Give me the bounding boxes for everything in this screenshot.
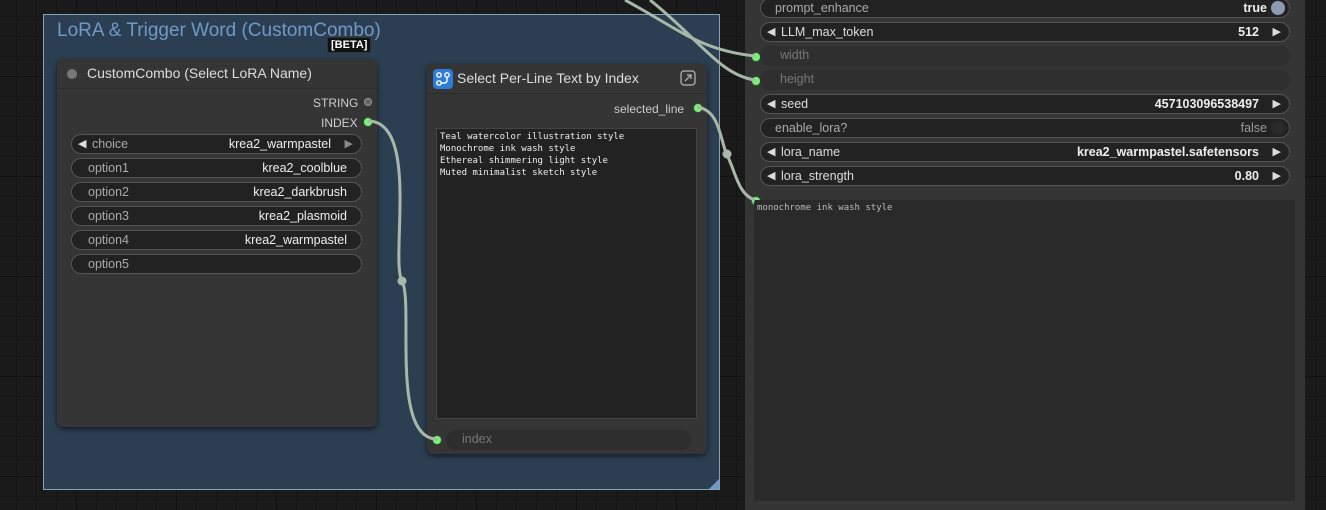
select-line-title: Select Per-Line Text by Index: [457, 70, 639, 86]
width-input[interactable]: width: [760, 46, 1290, 66]
option3-label: option3: [88, 209, 130, 223]
option5-label: option5: [88, 257, 130, 271]
llm-max-token-stepper[interactable]: ◀ LLM_max_token 512 ▶: [760, 22, 1290, 42]
output-string-slot[interactable]: [364, 98, 372, 106]
custom-combo-header[interactable]: CustomCombo (Select LoRA Name): [57, 59, 377, 89]
height-input[interactable]: height: [760, 70, 1290, 90]
prompt-enhance-toggle[interactable]: prompt_enhance true: [760, 0, 1290, 18]
prompt-enhance-knob[interactable]: [1271, 1, 1285, 15]
output-index-slot[interactable]: [363, 117, 373, 127]
selected-line-label: selected_line: [614, 102, 685, 116]
height-label: height: [780, 72, 815, 86]
collapse-dot[interactable]: [67, 69, 77, 79]
llm-max-token-inc[interactable]: ▶: [1273, 25, 1281, 38]
selected-line-slot[interactable]: [693, 103, 703, 113]
lora-name-combo[interactable]: ◀ lora_name krea2_warmpastel.safetensors…: [760, 142, 1290, 162]
index-input-label: index: [462, 432, 492, 446]
select-line-header[interactable]: Select Per-Line Text by Index: [427, 64, 707, 94]
enable-lora-value: false: [1240, 121, 1267, 135]
width-label: width: [780, 48, 810, 62]
option4-label: option4: [88, 233, 130, 247]
option5-field[interactable]: option5: [71, 254, 362, 274]
preview-text-area[interactable]: monochrome ink wash style: [754, 200, 1295, 501]
option1-field[interactable]: option1 krea2_coolblue: [71, 158, 362, 178]
option1-label: option1: [88, 161, 130, 175]
lora-strength-dec[interactable]: ◀: [767, 169, 775, 182]
group-resize-handle[interactable]: [709, 479, 719, 489]
lora-name-next[interactable]: ▶: [1273, 145, 1281, 158]
choice-prev-arrow[interactable]: ◀: [78, 137, 86, 150]
text-lines-area[interactable]: Teal watercolor illustration style Monoc…: [436, 128, 697, 419]
seed-stepper[interactable]: ◀ seed 457103096538497 ▶: [760, 94, 1290, 114]
lora-strength-label: lora_strength: [781, 169, 854, 183]
index-input-slot[interactable]: [432, 435, 442, 445]
lora-name-prev[interactable]: ◀: [767, 145, 775, 158]
enable-lora-label: enable_lora?: [775, 121, 848, 135]
seed-value: 457103096538497: [1154, 97, 1259, 111]
option3-value: krea2_plasmoid: [258, 209, 347, 223]
option4-value: krea2_warmpastel: [244, 233, 347, 247]
lora-name-label: lora_name: [781, 145, 841, 159]
option2-label: option2: [88, 185, 130, 199]
prompt-enhance-label: prompt_enhance: [775, 1, 869, 15]
lora-strength-stepper[interactable]: ◀ lora_strength 0.80 ▶: [760, 166, 1290, 186]
option2-field[interactable]: option2 krea2_darkbrush: [71, 182, 362, 202]
llm-max-token-label: LLM_max_token: [781, 25, 874, 39]
llm-max-token-value: 512: [1238, 25, 1259, 39]
choice-next-arrow[interactable]: ▶: [345, 137, 353, 150]
link-selected-midpoint: [722, 149, 732, 159]
enable-lora-toggle[interactable]: enable_lora? false: [760, 118, 1290, 138]
prompt-enhance-value: true: [1243, 1, 1267, 15]
lora-strength-value: 0.80: [1234, 169, 1259, 183]
choice-label: choice: [92, 137, 129, 151]
beta-badge: [BETA]: [327, 37, 372, 53]
option4-field[interactable]: option4 krea2_warmpastel: [71, 230, 362, 250]
seed-label: seed: [781, 97, 809, 111]
seed-inc[interactable]: ▶: [1273, 97, 1281, 110]
index-input-field[interactable]: index: [446, 430, 692, 450]
output-string-label: STRING: [313, 96, 359, 110]
seed-dec[interactable]: ◀: [767, 97, 775, 110]
node-type-icon: [433, 69, 453, 89]
option1-value: krea2_coolblue: [262, 161, 347, 175]
choice-value: krea2_warmpastel: [228, 137, 331, 151]
custom-combo-title: CustomCombo (Select LoRA Name): [87, 65, 312, 81]
choice-combo[interactable]: ◀ choice krea2_warmpastel ▶: [71, 134, 362, 154]
llm-max-token-dec[interactable]: ◀: [767, 25, 775, 38]
option3-field[interactable]: option3 krea2_plasmoid: [71, 206, 362, 226]
expand-icon[interactable]: [680, 70, 696, 86]
enable-lora-knob[interactable]: [1271, 121, 1285, 135]
lora-strength-inc[interactable]: ▶: [1273, 169, 1281, 182]
lora-name-value: krea2_warmpastel.safetensors: [1076, 145, 1259, 159]
option2-value: krea2_darkbrush: [253, 185, 347, 199]
output-index-label: INDEX: [321, 116, 358, 130]
